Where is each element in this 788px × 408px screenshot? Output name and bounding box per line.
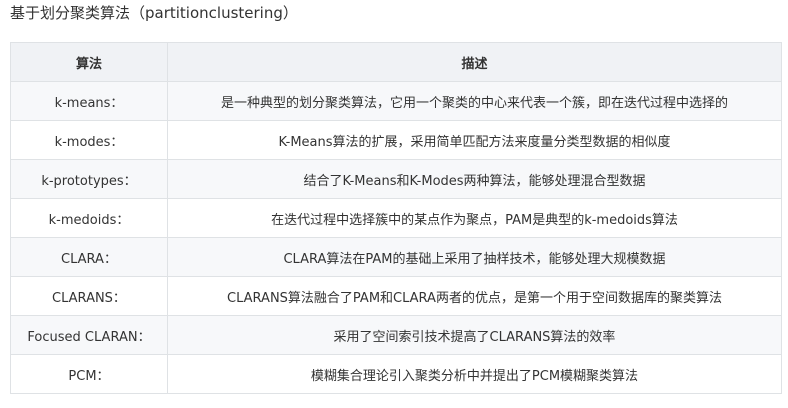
description-cell: 结合了K-Means和K-Modes两种算法，能够处理混合型数据 (167, 159, 782, 199)
description-cell: K-Means算法的扩展，采用简单匹配方法来度量分类型数据的相似度 (167, 120, 782, 160)
table-row: k-means： 是一种典型的划分聚类算法，它用一个聚类的中心来代表一个簇，即在… (10, 81, 782, 121)
table-row: k-medoids： 在迭代过程中选择簇中的某点作为聚点，PAM是典型的k-me… (10, 198, 782, 238)
header-description: 描述 (167, 42, 782, 82)
algorithm-cell: k-means： (10, 81, 168, 121)
algorithm-cell: k-modes： (10, 120, 168, 160)
table-row: k-modes： K-Means算法的扩展，采用简单匹配方法来度量分类型数据的相… (10, 120, 782, 160)
table-row: k-prototypes： 结合了K-Means和K-Modes两种算法，能够处… (10, 159, 782, 199)
algorithm-cell: CLARANS： (10, 276, 168, 316)
algorithm-cell: k-medoids： (10, 198, 168, 238)
table-row: CLARA： CLARA算法在PAM的基础上采用了抽样技术，能够处理大规模数据 (10, 237, 782, 277)
table-row: Focused CLARAN： 采用了空间索引技术提高了CLARANS算法的效率 (10, 315, 782, 355)
algorithm-cell: k-prototypes： (10, 159, 168, 199)
header-algorithm: 算法 (10, 42, 168, 82)
description-cell: 模糊集合理论引入聚类分析中并提出了PCM模糊聚类算法 (167, 354, 782, 394)
table-header-row: 算法 描述 (10, 42, 782, 82)
description-cell: 在迭代过程中选择簇中的某点作为聚点，PAM是典型的k-medoids算法 (167, 198, 782, 238)
description-cell: CLARA算法在PAM的基础上采用了抽样技术，能够处理大规模数据 (167, 237, 782, 277)
description-cell: 采用了空间索引技术提高了CLARANS算法的效率 (167, 315, 782, 355)
algorithm-table: 算法 描述 k-means： 是一种典型的划分聚类算法，它用一个聚类的中心来代表… (10, 42, 782, 394)
table-row: CLARANS： CLARANS算法融合了PAM和CLARA两者的优点，是第一个… (10, 276, 782, 316)
table-row: PCM： 模糊集合理论引入聚类分析中并提出了PCM模糊聚类算法 (10, 354, 782, 394)
algorithm-cell: Focused CLARAN： (10, 315, 168, 355)
page-heading: 基于划分聚类算法（partitionclustering） (10, 4, 298, 22)
algorithm-cell: CLARA： (10, 237, 168, 277)
description-cell: 是一种典型的划分聚类算法，它用一个聚类的中心来代表一个簇，即在迭代过程中选择的 (167, 81, 782, 121)
algorithm-cell: PCM： (10, 354, 168, 394)
description-cell: CLARANS算法融合了PAM和CLARA两者的优点，是第一个用于空间数据库的聚… (167, 276, 782, 316)
